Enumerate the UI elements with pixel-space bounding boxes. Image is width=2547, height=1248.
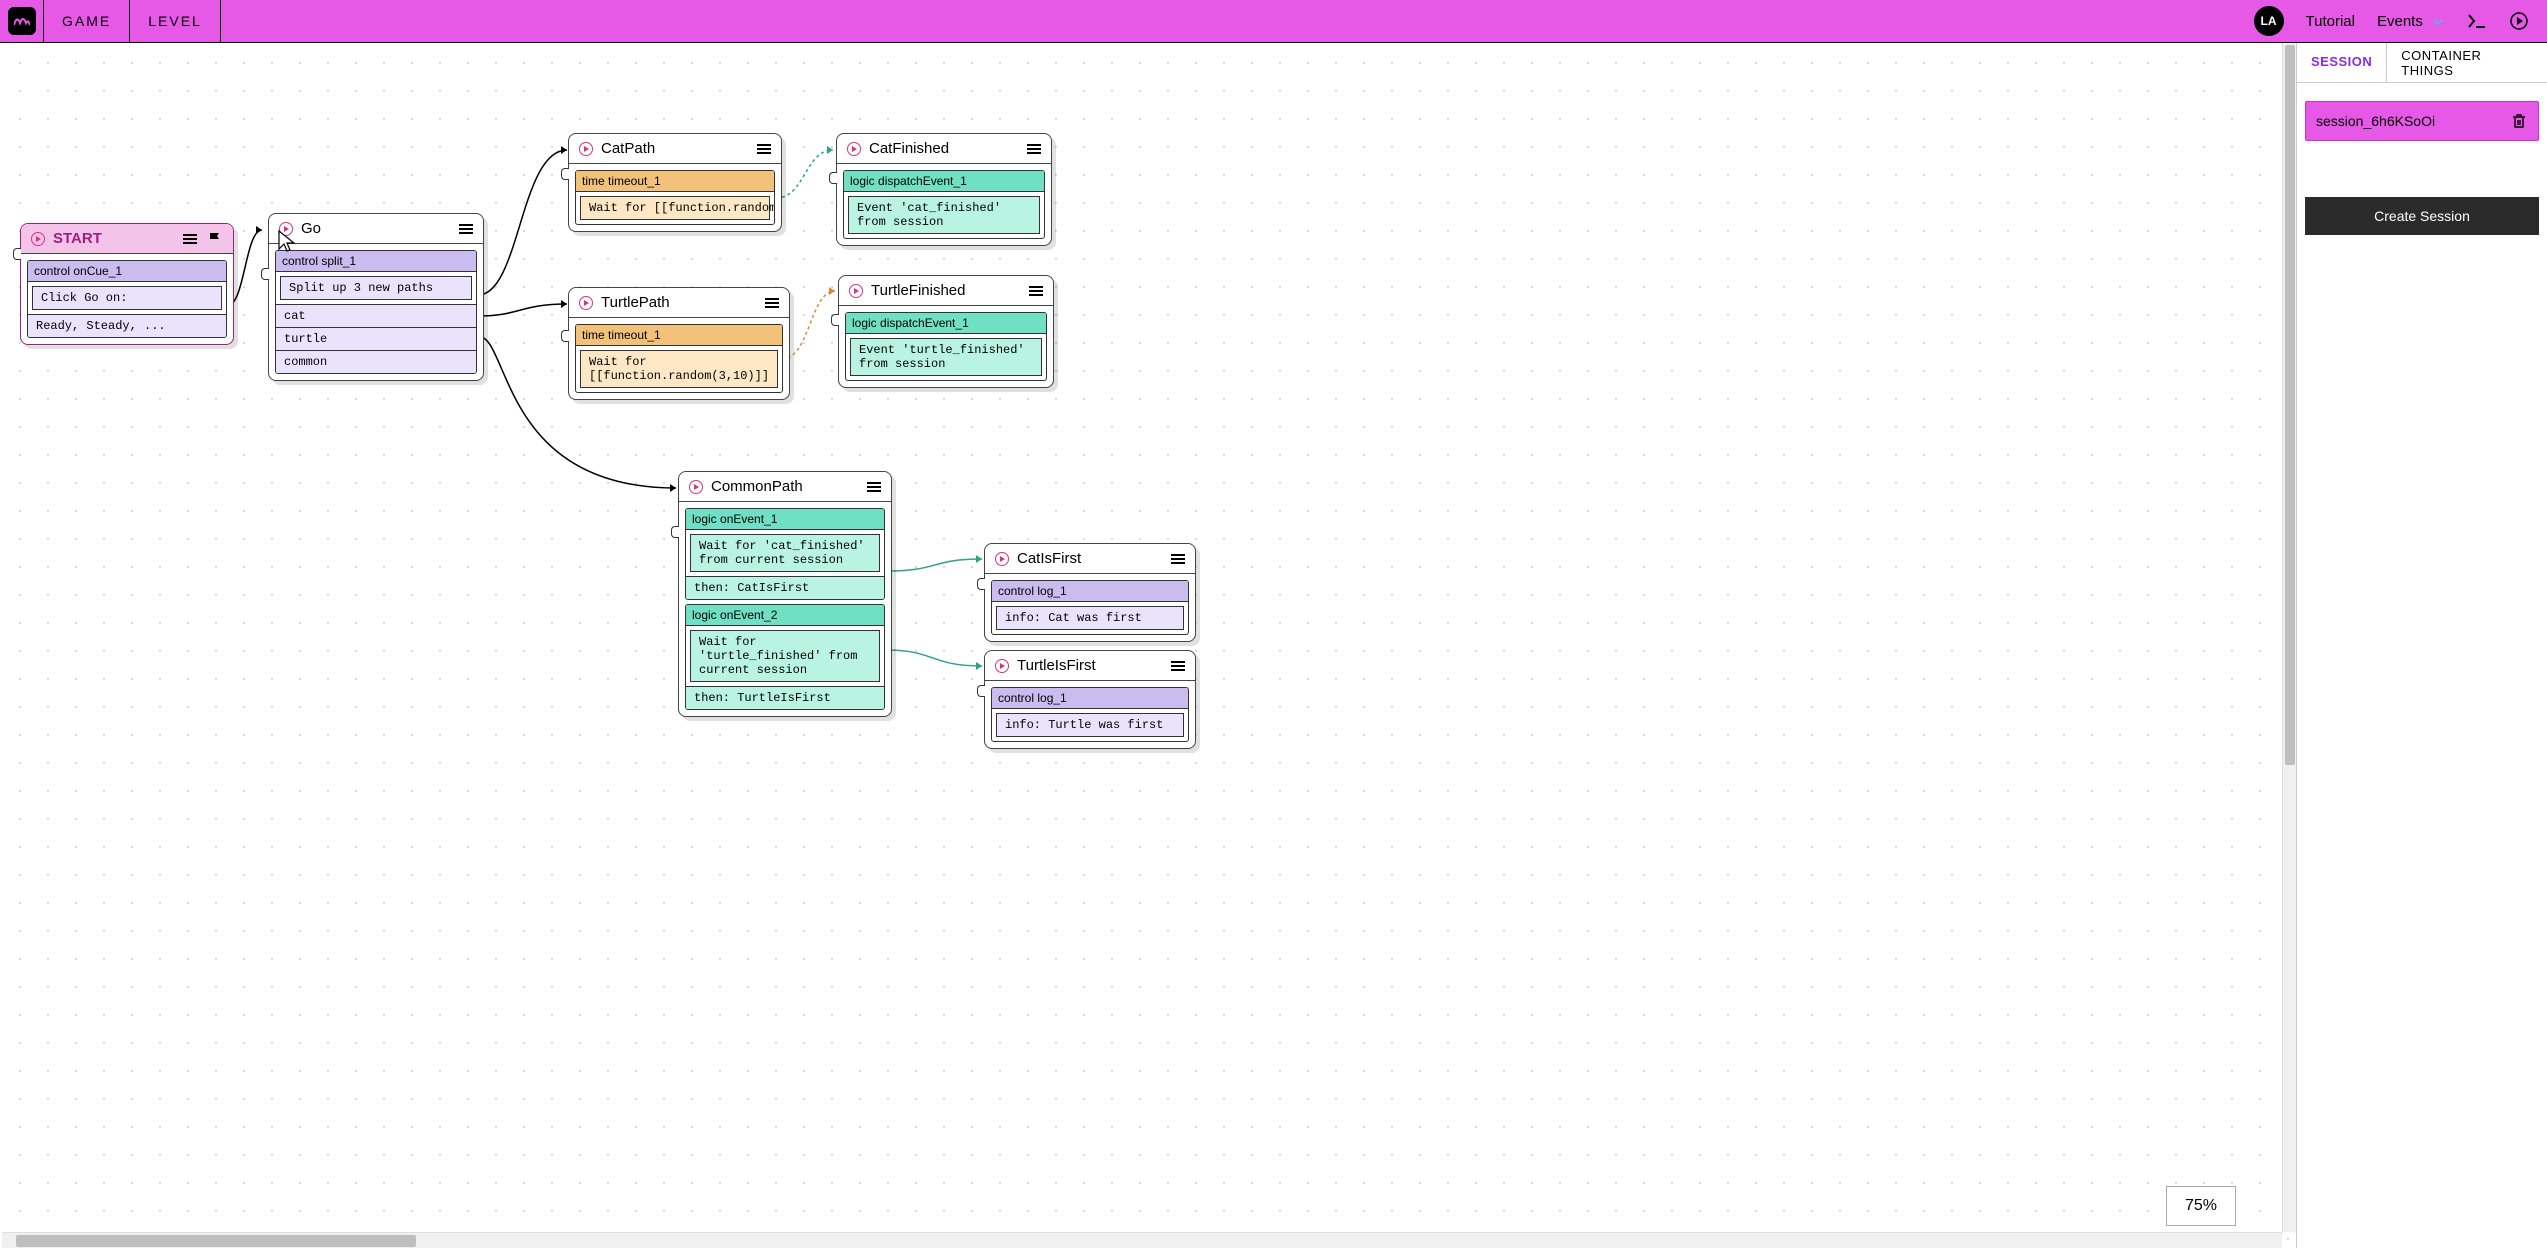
node-title: CatIsFirst	[1017, 550, 1163, 567]
block-time-timeout[interactable]: time timeout_1 Wait for [[function.rando…	[575, 324, 783, 393]
node-go[interactable]: Go control split_1 Split up 3 new paths …	[268, 213, 484, 381]
node-title: CatFinished	[869, 140, 1019, 157]
menu-icon[interactable]	[765, 298, 779, 308]
menu-icon[interactable]	[183, 234, 197, 244]
session-id: session_6h6KSoOi	[2316, 113, 2435, 129]
tab-game[interactable]: GAME	[44, 0, 130, 42]
menu-icon[interactable]	[1171, 554, 1185, 564]
node-title: START	[53, 230, 175, 247]
menu-icon[interactable]	[1171, 661, 1185, 671]
block-control-oncue[interactable]: control onCue_1 Click Go on: Ready, Stea…	[27, 260, 227, 338]
input-port[interactable]	[829, 172, 837, 184]
node-title: TurtleFinished	[871, 282, 1021, 299]
create-session-button[interactable]: Create Session	[2305, 197, 2539, 235]
block-control-log[interactable]: control log_1 info: Cat was first	[991, 580, 1189, 635]
block-logic-dispatch[interactable]: logic dispatchEvent_1 Event 'turtle_fini…	[845, 312, 1047, 381]
play-icon[interactable]	[995, 552, 1009, 566]
input-port[interactable]	[561, 168, 569, 180]
input-port[interactable]	[831, 314, 839, 326]
node-title: TurtleIsFirst	[1017, 657, 1163, 674]
node-commonpath[interactable]: CommonPath logic onEvent_1 Wait for 'cat…	[678, 471, 892, 717]
block-logic-dispatch[interactable]: logic dispatchEvent_1 Event 'cat_finishe…	[843, 170, 1045, 239]
link-events[interactable]: Events	[2377, 13, 2445, 30]
block-logic-onevent-2[interactable]: logic onEvent_2 Wait for 'turtle_finishe…	[685, 604, 885, 710]
block-logic-onevent-1[interactable]: logic onEvent_1 Wait for 'cat_finished' …	[685, 508, 885, 600]
node-title: Go	[301, 220, 451, 237]
block-time-timeout[interactable]: time timeout_1 Wait for [[function.rando…	[575, 170, 775, 225]
play-icon[interactable]	[849, 284, 863, 298]
canvas-area[interactable]: START control onCue_1 Click Go on: Ready…	[0, 43, 2297, 1248]
play-circle-icon[interactable]	[2509, 11, 2529, 31]
play-icon[interactable]	[279, 222, 293, 236]
input-port[interactable]	[671, 526, 679, 538]
chevron-down-icon	[2431, 15, 2445, 29]
input-port[interactable]	[13, 248, 21, 260]
input-port[interactable]	[561, 330, 569, 342]
play-icon[interactable]	[689, 480, 703, 494]
menu-icon[interactable]	[1027, 144, 1041, 154]
node-turtlepath[interactable]: TurtlePath time timeout_1 Wait for [[fun…	[568, 287, 790, 400]
block-control-log[interactable]: control log_1 info: Turtle was first	[991, 687, 1189, 742]
node-start[interactable]: START control onCue_1 Click Go on: Ready…	[20, 223, 234, 345]
node-turtleisfirst[interactable]: TurtleIsFirst control log_1 info: Turtle…	[984, 650, 1196, 749]
menu-icon[interactable]	[867, 482, 881, 492]
play-icon[interactable]	[579, 142, 593, 156]
zoom-indicator[interactable]: 75%	[2166, 1186, 2236, 1226]
node-title: CommonPath	[711, 478, 859, 495]
menu-icon[interactable]	[459, 224, 473, 234]
node-catfinished[interactable]: CatFinished logic dispatchEvent_1 Event …	[836, 133, 1052, 246]
node-title: CatPath	[601, 140, 749, 157]
node-turtlefinished[interactable]: TurtleFinished logic dispatchEvent_1 Eve…	[838, 275, 1054, 388]
node-catpath[interactable]: CatPath time timeout_1 Wait for [[functi…	[568, 133, 782, 232]
tab-container-things[interactable]: CONTAINER THINGS	[2386, 43, 2547, 82]
vertical-scrollbar[interactable]	[2282, 43, 2296, 1232]
node-title: TurtlePath	[601, 294, 757, 311]
user-badge[interactable]: LA	[2254, 6, 2284, 36]
menu-icon[interactable]	[757, 144, 771, 154]
right-sidebar: SESSION CONTAINER THINGS session_6h6KSoO…	[2297, 43, 2547, 1248]
node-catisfirst[interactable]: CatIsFirst control log_1 info: Cat was f…	[984, 543, 1196, 642]
flag-icon[interactable]	[207, 231, 223, 247]
menu-icon[interactable]	[1029, 286, 1043, 296]
horizontal-scrollbar[interactable]	[2, 1232, 2282, 1248]
link-tutorial[interactable]: Tutorial	[2306, 13, 2355, 30]
input-port[interactable]	[261, 268, 269, 280]
play-icon[interactable]	[995, 659, 1009, 673]
play-icon[interactable]	[31, 232, 45, 246]
top-bar: GAME LEVEL LA Tutorial Events	[0, 0, 2547, 43]
input-port[interactable]	[977, 578, 985, 590]
session-item[interactable]: session_6h6KSoOi	[2305, 101, 2539, 141]
terminal-icon[interactable]	[2467, 11, 2487, 31]
tab-session[interactable]: SESSION	[2297, 43, 2386, 82]
block-control-split[interactable]: control split_1 Split up 3 new paths cat…	[275, 250, 477, 374]
play-icon[interactable]	[847, 142, 861, 156]
main-layout: START control onCue_1 Click Go on: Ready…	[0, 43, 2547, 1248]
play-icon[interactable]	[579, 296, 593, 310]
app-logo[interactable]	[0, 0, 44, 42]
input-port[interactable]	[977, 685, 985, 697]
tab-level[interactable]: LEVEL	[130, 0, 221, 42]
trash-icon[interactable]	[2510, 112, 2528, 130]
